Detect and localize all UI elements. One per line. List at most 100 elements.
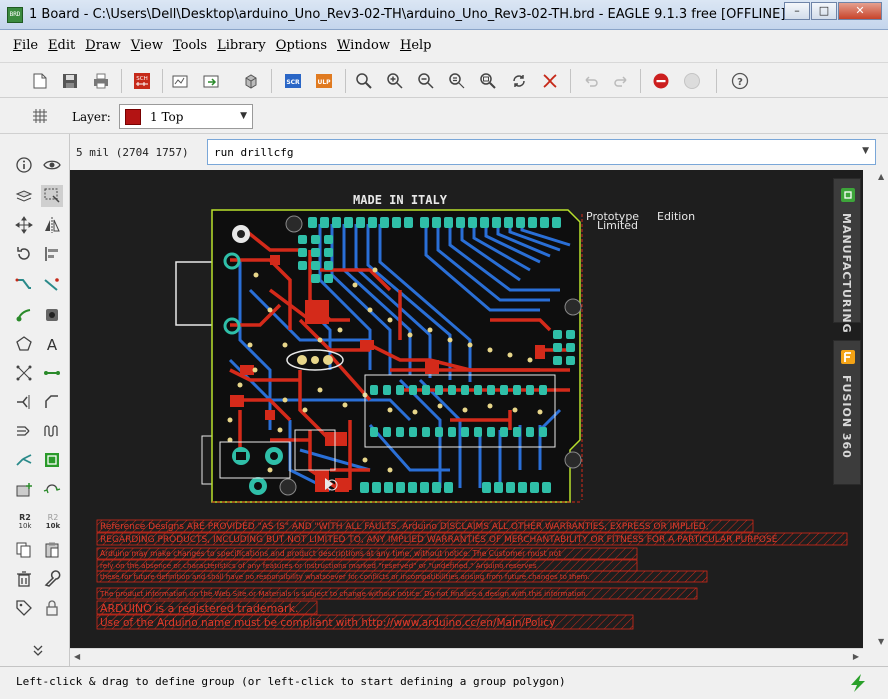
- board-canvas[interactable]: MADE IN ITALY Prototype Limited Edition …: [70, 170, 863, 648]
- zoom-in-icon[interactable]: [385, 71, 405, 91]
- menu-window[interactable]: Window: [337, 38, 390, 53]
- move-icon[interactable]: [13, 214, 35, 236]
- fusion-360-tab[interactable]: FUSION 360: [833, 340, 861, 485]
- schematic-icon[interactable]: SCH: [132, 71, 152, 91]
- eagle-window: BRD 1 Board - C:\Users\Dell\Desktop\ardu…: [0, 0, 888, 699]
- print-icon[interactable]: [91, 71, 111, 91]
- ratsnest-tool-icon[interactable]: [13, 362, 35, 384]
- menu-draw[interactable]: Draw: [85, 38, 121, 53]
- go-icon[interactable]: [682, 71, 702, 91]
- via-icon[interactable]: [41, 304, 63, 326]
- add-part-icon[interactable]: [13, 479, 35, 501]
- attribute-icon[interactable]: [13, 597, 35, 619]
- text-icon[interactable]: A: [41, 333, 63, 355]
- split-icon[interactable]: [13, 391, 35, 413]
- drc-icon[interactable]: [41, 449, 63, 471]
- align-icon[interactable]: [41, 243, 63, 265]
- fanout-icon[interactable]: [13, 449, 35, 471]
- chevron-down-icon: ▼: [240, 111, 247, 121]
- show-icon[interactable]: [41, 154, 63, 176]
- menu-file[interactable]: File: [13, 38, 38, 53]
- zoom-out-icon[interactable]: [416, 71, 436, 91]
- ripup-icon[interactable]: [41, 274, 63, 296]
- menu-edit[interactable]: Edit: [48, 38, 75, 53]
- expand-tools-icon[interactable]: [27, 639, 49, 661]
- manufacturing-icon: [841, 188, 855, 202]
- minimize-button[interactable]: –: [784, 2, 810, 20]
- autorouter-icon[interactable]: [13, 304, 35, 326]
- redo-icon[interactable]: [611, 71, 631, 91]
- redraw-icon[interactable]: [509, 71, 529, 91]
- command-line[interactable]: run drillcfg ▼: [207, 139, 876, 165]
- pcb-drawing[interactable]: MADE IN ITALY Prototype Limited Edition …: [70, 170, 863, 648]
- disclaimer-line: these for future definition and shall ha…: [100, 573, 590, 581]
- layer-label: Layer:: [72, 110, 111, 124]
- chevron-down-icon[interactable]: ▼: [862, 146, 869, 156]
- group-select-icon[interactable]: [41, 185, 63, 207]
- layer-select[interactable]: 1 Top ▼: [119, 104, 253, 129]
- lock-icon[interactable]: [41, 597, 63, 619]
- paste-icon[interactable]: [41, 539, 63, 561]
- close-button[interactable]: ✕: [838, 2, 882, 20]
- menu-options[interactable]: Options: [276, 38, 327, 53]
- layers-icon[interactable]: [13, 185, 35, 207]
- disclaimer-line: Arduino may make changes to specificatio…: [100, 549, 561, 558]
- manufacturing-tab[interactable]: MANUFACTURING: [833, 178, 861, 334]
- svg-text:ULP: ULP: [317, 79, 331, 86]
- menu-library[interactable]: Library: [217, 38, 266, 53]
- wrench-icon[interactable]: [41, 568, 63, 590]
- zoom-last-icon[interactable]: [447, 71, 467, 91]
- menu-help[interactable]: Help: [400, 38, 432, 53]
- ratsnest-icon[interactable]: [540, 71, 560, 91]
- layer-color-swatch: [125, 108, 141, 125]
- optimize-icon[interactable]: [13, 420, 35, 442]
- horizontal-scrollbar[interactable]: ◀ ▶: [70, 648, 863, 664]
- value-icon[interactable]: R2 10k: [41, 510, 65, 532]
- svg-text:SCR: SCR: [286, 79, 300, 86]
- parameter-toolbar: Layer: 1 Top ▼: [0, 100, 888, 134]
- scroll-left-icon[interactable]: ◀: [74, 652, 80, 661]
- info-icon[interactable]: [13, 154, 35, 176]
- edition-label: Edition: [657, 210, 695, 223]
- replace-icon[interactable]: [41, 479, 63, 501]
- rotate-icon[interactable]: [13, 243, 35, 265]
- maximize-button[interactable]: □: [811, 2, 837, 20]
- stop-icon[interactable]: [651, 71, 671, 91]
- zoom-fit-icon[interactable]: [354, 71, 374, 91]
- meander-icon[interactable]: [41, 420, 63, 442]
- command-input[interactable]: run drillcfg: [214, 146, 293, 159]
- miter-icon[interactable]: [41, 391, 63, 413]
- menu-view[interactable]: View: [131, 38, 163, 53]
- help-icon[interactable]: ?: [730, 71, 750, 91]
- vertical-scrollbar[interactable]: ▲ ▼: [876, 170, 888, 648]
- delete-icon[interactable]: [13, 568, 35, 590]
- disclaimer-block: Reference Designs ARE PROVIDED "AS IS" A…: [96, 519, 848, 630]
- wire-icon[interactable]: [41, 362, 63, 384]
- eagle-app-icon: BRD: [7, 6, 23, 23]
- 3d-icon[interactable]: [241, 71, 261, 91]
- script-icon[interactable]: SCR: [283, 71, 303, 91]
- title-bar: BRD 1 Board - C:\Users\Dell\Desktop\ardu…: [0, 0, 888, 30]
- lightning-icon[interactable]: [844, 673, 874, 693]
- made-in-label: MADE IN ITALY: [353, 193, 448, 207]
- export-icon[interactable]: [201, 71, 221, 91]
- grid-icon[interactable]: [30, 106, 50, 126]
- mirror-icon[interactable]: [41, 214, 63, 236]
- menu-tools[interactable]: Tools: [173, 38, 207, 53]
- name-value-icon[interactable]: R2 10k: [13, 510, 37, 532]
- polygon-icon[interactable]: [13, 333, 35, 355]
- open-icon[interactable]: [30, 71, 50, 91]
- cam-icon[interactable]: [170, 71, 190, 91]
- ulp-icon[interactable]: ULP: [314, 71, 334, 91]
- route-icon[interactable]: [13, 274, 35, 296]
- save-icon[interactable]: [60, 71, 80, 91]
- scroll-right-icon[interactable]: ▶: [853, 652, 859, 661]
- zoom-select-icon[interactable]: [478, 71, 498, 91]
- fusion-label: FUSION 360: [840, 375, 853, 459]
- scroll-down-icon[interactable]: ▼: [878, 637, 884, 646]
- status-message: Left-click & drag to define group (or le…: [16, 675, 566, 688]
- scroll-up-icon[interactable]: ▲: [878, 172, 884, 181]
- undo-icon[interactable]: [581, 71, 601, 91]
- disclaimer-line: ARDUINO is a registered trademark.: [100, 602, 298, 615]
- copy-icon[interactable]: [13, 539, 35, 561]
